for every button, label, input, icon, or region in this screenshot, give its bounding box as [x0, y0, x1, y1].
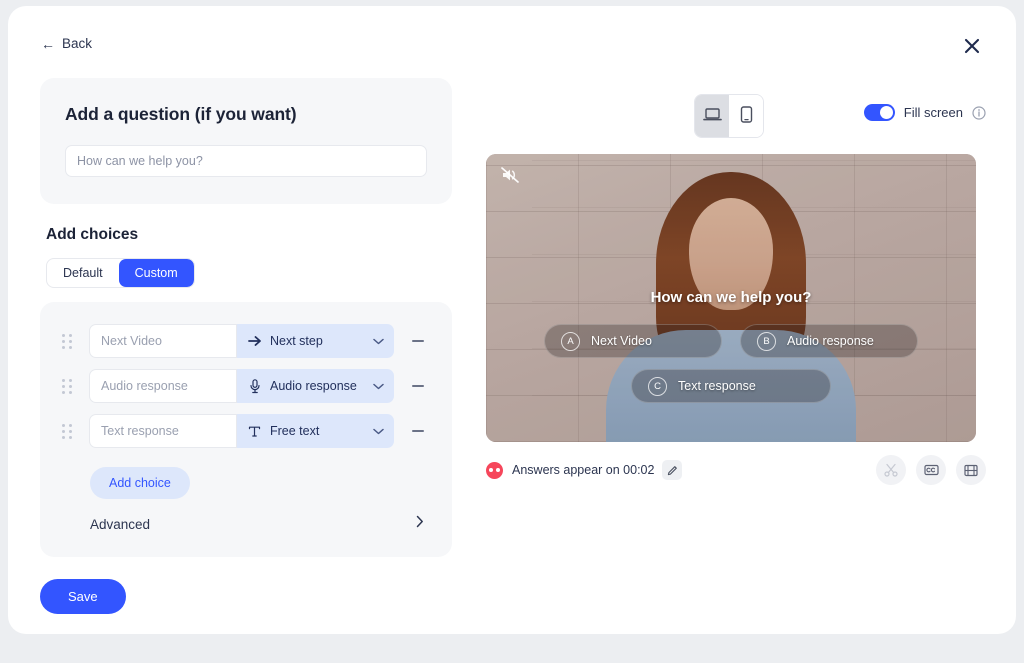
modal-header: ← Back — [8, 6, 1016, 72]
info-icon[interactable] — [972, 105, 986, 120]
choice-action-label: Free text — [270, 424, 320, 438]
save-button[interactable]: Save — [40, 579, 126, 614]
closed-caption-icon[interactable] — [916, 455, 946, 485]
scissors-icon[interactable] — [876, 455, 906, 485]
speaker-muted-icon[interactable] — [500, 166, 520, 184]
remove-choice-button[interactable] — [410, 423, 426, 439]
device-button-mobile[interactable] — [729, 95, 763, 137]
question-input[interactable] — [65, 145, 427, 177]
question-card: Add a question (if you want) — [40, 78, 452, 204]
answer-label: Text response — [678, 379, 756, 393]
choices-mode-segmented-control: Default Custom — [46, 258, 195, 288]
preview-toolbar: Fill screen — [486, 94, 986, 140]
back-label: Back — [62, 36, 93, 51]
phone-icon — [740, 106, 753, 126]
pencil-icon[interactable] — [662, 460, 683, 480]
answer-row: A Next Video B Audio response — [544, 324, 918, 358]
preview-panel: Fill screen How can we help you? A Next … — [486, 94, 986, 485]
choice-row: Audio response — [62, 369, 430, 403]
fill-screen-toggle[interactable] — [863, 104, 895, 121]
choice-label-input[interactable] — [89, 369, 237, 403]
answer-badge: C — [648, 376, 667, 396]
back-button[interactable]: ← Back — [41, 36, 92, 51]
microphone-icon — [247, 378, 262, 394]
overlay-question-text: How can we help you? — [650, 289, 812, 306]
drag-handle-icon[interactable] — [62, 378, 80, 394]
editor-left-panel: Add a question (if you want) Add choices… — [40, 78, 452, 614]
remove-choice-button[interactable] — [410, 333, 426, 349]
arrow-left-icon: ← — [41, 35, 55, 52]
choices-section-title: Add choices — [46, 226, 139, 243]
answer-label: Audio response — [787, 334, 874, 348]
chevron-down-icon — [373, 332, 384, 350]
arrow-right-icon — [247, 335, 262, 347]
answer-pill-c[interactable]: C Text response — [631, 369, 831, 403]
video-action-buttons — [876, 455, 986, 485]
chevron-right-icon — [416, 515, 424, 533]
laptop-icon — [702, 107, 722, 125]
video-footer: Answers appear on 00:02 — [486, 455, 986, 485]
answer-pill-b[interactable]: B Audio response — [740, 324, 918, 358]
choice-action-select[interactable]: Audio response — [237, 369, 394, 403]
question-card-title: Add a question (if you want) — [65, 104, 297, 124]
choice-action-select[interactable]: Next step — [237, 324, 394, 358]
chevron-down-icon — [373, 422, 384, 440]
answers-marker-icon — [486, 461, 503, 479]
minus-icon — [412, 385, 424, 387]
add-choice-button[interactable]: Add choice — [90, 467, 190, 499]
choice-action-label: Next step — [270, 334, 323, 348]
choice-label-input[interactable] — [89, 414, 237, 448]
choice-action-label: Audio response — [270, 379, 357, 393]
answer-label: Next Video — [591, 334, 652, 348]
chevron-down-icon — [373, 377, 384, 395]
advanced-settings-row[interactable]: Advanced — [90, 515, 424, 533]
device-toggle — [694, 94, 764, 138]
filmstrip-icon[interactable] — [956, 455, 986, 485]
device-button-desktop[interactable] — [695, 95, 729, 137]
mode-tab-custom[interactable]: Custom — [118, 259, 194, 287]
choice-row: Next step — [62, 324, 430, 358]
drag-handle-icon[interactable] — [62, 423, 80, 439]
editor-modal: ← Back Add a question (if you want) Add … — [8, 6, 1016, 634]
answer-badge: B — [757, 331, 776, 351]
fill-screen-label: Fill screen — [903, 105, 963, 120]
minus-icon — [412, 430, 424, 432]
fill-screen-control: Fill screen — [863, 104, 986, 121]
advanced-label: Advanced — [90, 516, 151, 532]
mode-tab-default[interactable]: Default — [47, 259, 119, 287]
drag-handle-icon[interactable] — [62, 333, 80, 349]
remove-choice-button[interactable] — [410, 378, 426, 394]
choices-card: Next step — [40, 302, 452, 557]
choice-action-select[interactable]: Free text — [237, 414, 394, 448]
choice-label-input[interactable] — [89, 324, 237, 358]
answer-pill-a[interactable]: A Next Video — [544, 324, 722, 358]
answer-badge: A — [561, 331, 580, 351]
answer-row: C Text response — [544, 369, 918, 403]
minus-icon — [412, 340, 424, 342]
video-question-overlay: How can we help you? A Next Video B Audi… — [486, 289, 976, 414]
overlay-answers: A Next Video B Audio response C Text res… — [486, 324, 976, 414]
text-type-icon — [247, 425, 262, 438]
video-preview[interactable]: How can we help you? A Next Video B Audi… — [486, 154, 976, 442]
toggle-knob — [879, 106, 893, 119]
choice-row: Free text — [62, 414, 430, 448]
close-icon[interactable] — [960, 34, 984, 58]
answers-timing-label: Answers appear on 00:02 — [512, 463, 655, 477]
